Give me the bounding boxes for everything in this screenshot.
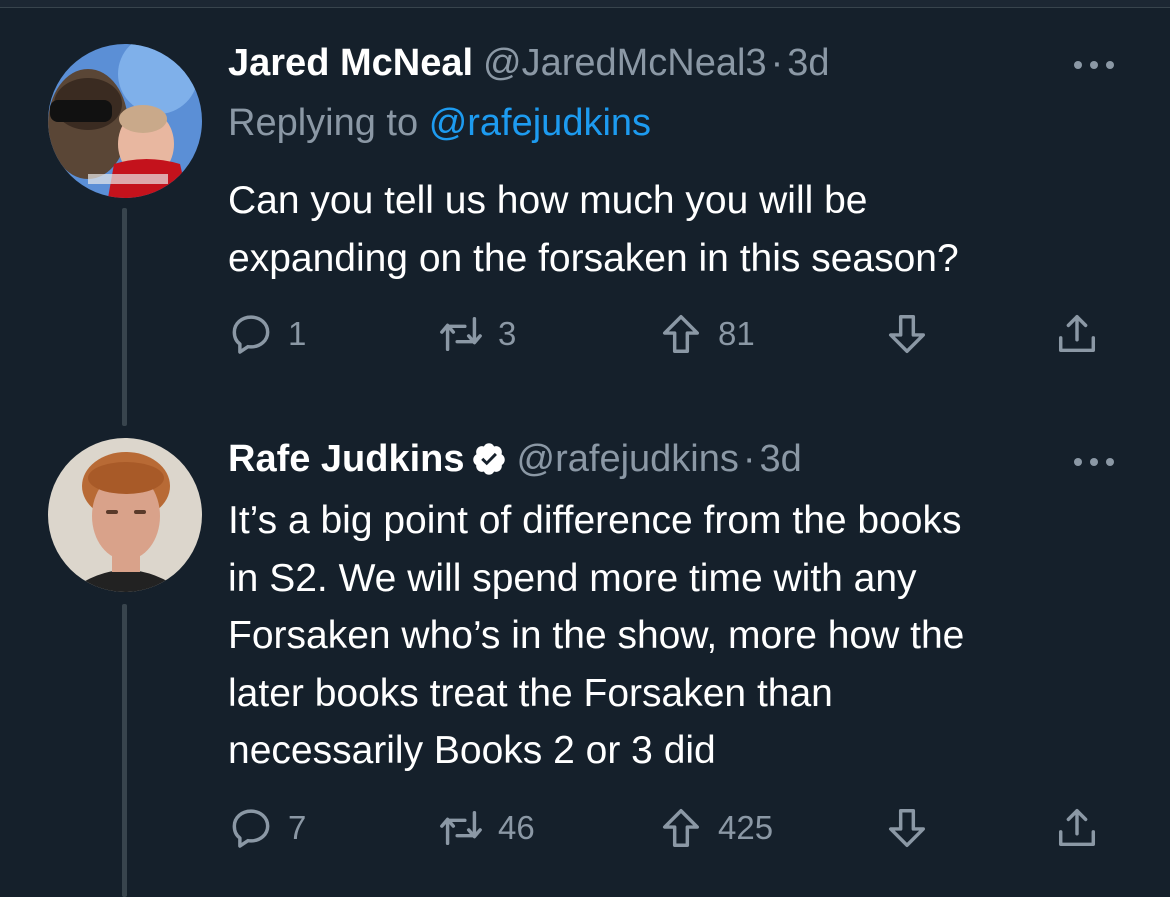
speech-bubble-icon — [232, 315, 270, 354]
timestamp[interactable]: 3d — [760, 438, 802, 480]
tweet-jared-mcneal[interactable]: Jared McNeal @JaredMcNeal3 · 3d Replying to… — [0, 0, 1170, 428]
retweet-arrows-icon — [440, 810, 482, 846]
thread-line — [122, 208, 127, 426]
reply-count: 7 — [288, 809, 307, 846]
separator-dot: · — [742, 438, 756, 480]
share-upload-icon — [1058, 809, 1096, 847]
replying-prefix: Replying to — [228, 102, 419, 144]
replying-mention-link[interactable]: @rafejudkins — [429, 102, 651, 144]
downvote-button[interactable] — [884, 804, 930, 852]
display-name[interactable]: Jared McNeal — [228, 42, 473, 84]
verified-badge-icon — [472, 443, 505, 475]
avatar-photo — [48, 438, 202, 592]
share-button[interactable] — [1054, 310, 1100, 358]
arrow-up-icon — [662, 809, 700, 847]
reply-button[interactable]: 7 — [228, 804, 306, 852]
tweet-header: Rafe Judkins @rafejudkins · 3d — [228, 436, 802, 482]
upvote-button[interactable]: 425 — [658, 804, 773, 852]
retweet-button[interactable]: 46 — [438, 804, 535, 852]
thread-line — [122, 604, 127, 897]
arrow-up-icon — [662, 315, 700, 353]
tweet-actions: 1 3 81 — [228, 310, 1108, 358]
share-button[interactable] — [1054, 804, 1100, 852]
avatar-photo — [48, 44, 202, 198]
tweet-actions: 7 46 425 — [228, 804, 1108, 852]
share-upload-icon — [1058, 315, 1096, 353]
upvote-count: 425 — [718, 809, 774, 846]
reply-button[interactable]: 1 — [228, 310, 306, 358]
more-dots-icon[interactable] — [1072, 55, 1116, 75]
tweet-text: Can you tell us how much you will be exp… — [228, 179, 959, 280]
avatar[interactable] — [48, 438, 202, 592]
handle[interactable]: @rafejudkins — [517, 438, 739, 480]
separator-dot: · — [770, 42, 784, 84]
tweet-rafe-judkins[interactable]: Rafe Judkins @rafejudkins · 3d It’s a big … — [0, 428, 1170, 897]
avatar[interactable] — [48, 44, 202, 198]
retweet-count: 3 — [498, 315, 517, 352]
arrow-down-icon — [888, 315, 926, 353]
retweet-count: 46 — [498, 809, 535, 846]
reply-count: 1 — [288, 315, 307, 352]
upvote-button[interactable]: 81 — [658, 310, 755, 358]
downvote-button[interactable] — [884, 310, 930, 358]
handle[interactable]: @JaredMcNeal3 — [483, 42, 767, 84]
timestamp[interactable]: 3d — [787, 42, 829, 84]
tweet-header: Jared McNeal @JaredMcNeal3 · 3d — [228, 40, 830, 86]
retweet-arrows-icon — [440, 316, 482, 352]
retweet-button[interactable]: 3 — [438, 310, 516, 358]
arrow-down-icon — [888, 809, 926, 847]
speech-bubble-icon — [232, 809, 270, 848]
replying-to: Replying to @rafejudkins — [228, 100, 651, 146]
display-name[interactable]: Rafe Judkins — [228, 438, 465, 480]
upvote-count: 81 — [718, 315, 755, 352]
more-dots-icon[interactable] — [1072, 452, 1116, 472]
tweet-text: It’s a big point of difference from the … — [228, 499, 965, 772]
